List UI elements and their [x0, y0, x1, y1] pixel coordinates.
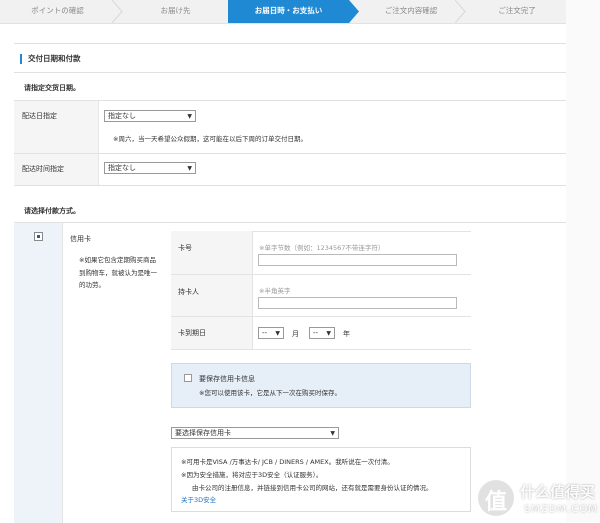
payment-radio-cell [14, 223, 63, 523]
delivery-date-label-cell [14, 101, 99, 154]
card-number-hint: ※单字节数（例如：1234567不带连字符） [259, 244, 385, 252]
step-label: ご注文完了 [498, 6, 536, 15]
dropdown-arrow-icon: ▼ [330, 430, 335, 437]
credit-card-radio[interactable] [34, 232, 43, 241]
card-number-label: 卡号 [178, 244, 192, 252]
delivery-time-select[interactable]: 指定なし ▼ [104, 162, 196, 174]
step-label: ポイントの確認 [31, 6, 84, 15]
expiry-year-unit: 年 [343, 330, 350, 338]
dropdown-arrow-icon: ▼ [275, 330, 280, 337]
dropdown-arrow-icon: ▼ [187, 165, 192, 172]
form-border [171, 316, 471, 317]
payment-method-note: ※如果它包含定期购买商品到购物车，就被认为是唯一的功劳。 [79, 256, 157, 289]
save-card-panel: 要保存信用卡信息 ※您可以使用该卡，它是从下一次在购买时保存。 [171, 363, 471, 408]
step-label: お届け先 [160, 6, 191, 15]
info-line-accepted-cards: ※可用卡是VISA /万事达卡/ JCB / DINERS / AMEX。我听说… [181, 458, 394, 466]
step-separator [112, 0, 124, 23]
step-label: ご注文内容確認 [384, 6, 438, 15]
save-card-label: 要保存信用卡信息 [199, 375, 255, 383]
delivery-time-value: 指定なし [108, 164, 136, 172]
payment-method-label: 信用卡 [70, 235, 91, 243]
step-separator [349, 0, 361, 23]
cardholder-hint: ※半角英字 [259, 287, 291, 295]
watermark-title: 什么值得买 [520, 483, 596, 501]
delivery-heading: 请指定交货日期。 [24, 84, 80, 92]
delivery-date-select[interactable]: 指定なし ▼ [104, 110, 196, 122]
payment-heading: 请选择付款方式。 [24, 207, 80, 215]
card-info-box: ※可用卡是VISA /万事达卡/ JCB / DINERS / AMEX。我听说… [171, 447, 471, 512]
form-border [171, 349, 471, 350]
delivery-date-label: 配达日指定 [22, 112, 57, 120]
page-margin [566, 0, 600, 522]
expiry-month-unit: 月 [292, 330, 299, 338]
delivery-date-value: 指定なし [108, 112, 136, 120]
info-line-3d-secure: ※因为安全措施，将对应于3D安全（认证服务）。 [181, 471, 323, 479]
watermark-logo-icon: 值 [478, 480, 514, 516]
watermark: 值 什么值得买 SMZDM.COM [478, 478, 600, 522]
step-order-complete: ご注文完了 [468, 0, 566, 23]
saved-card-select[interactable]: 要选择保存信用卡 ▼ [171, 427, 339, 439]
checkout-steps: ポイントの確認 お届け先 お届日時・お支払い ご注文内容確認 ご注文完了 [0, 0, 566, 24]
expiry-year-value: -- [313, 329, 319, 337]
step-point-confirm: ポイントの確認 [0, 0, 115, 23]
form-border [171, 274, 471, 275]
radio-dot [37, 235, 40, 238]
cardholder-label: 持卡人 [178, 288, 199, 296]
expiry-month-value: -- [262, 329, 268, 337]
delivery-time-label: 配达时间指定 [22, 165, 64, 173]
expiry-label: 卡到期日 [178, 329, 206, 337]
delivery-date-row [14, 100, 566, 154]
saved-card-value: 要选择保存信用卡 [175, 429, 231, 437]
watermark-url: SMZDM.COM [524, 504, 598, 515]
cardholder-input[interactable] [258, 297, 457, 309]
section-title: 交付日期和付款 [28, 54, 81, 63]
dropdown-arrow-icon: ▼ [326, 330, 331, 337]
step-separator [455, 0, 467, 23]
3d-secure-link[interactable]: 关于3D安全 [181, 494, 216, 504]
card-number-input[interactable] [258, 254, 457, 266]
dropdown-arrow-icon: ▼ [187, 113, 192, 120]
form-border [252, 231, 253, 349]
save-card-note: ※您可以使用该卡，它是从下一次在购买时保存。 [199, 389, 341, 397]
info-line-auth: 由卡公司的注册信息，并链接到信用卡公司的网站，还有就是需要身份认证的情况。 [192, 484, 433, 492]
step-label: お届日時・お支払い [254, 6, 323, 15]
step-order-confirm: ご注文内容確認 [362, 0, 460, 23]
section-accent-bar [20, 54, 22, 64]
expiry-year-select[interactable]: -- ▼ [309, 327, 335, 339]
step-delivery-address: お届け先 [124, 0, 227, 23]
delivery-time-row [14, 153, 566, 186]
delivery-date-note: ※周六，当一天希望公众假期，这可能在以后下周的订单交付日期。 [113, 135, 307, 143]
save-card-checkbox[interactable] [184, 374, 192, 382]
step-delivery-payment: お届日時・お支払い [228, 0, 349, 23]
expiry-month-select[interactable]: -- ▼ [258, 327, 284, 339]
section-header: 交付日期和付款 [14, 43, 566, 73]
